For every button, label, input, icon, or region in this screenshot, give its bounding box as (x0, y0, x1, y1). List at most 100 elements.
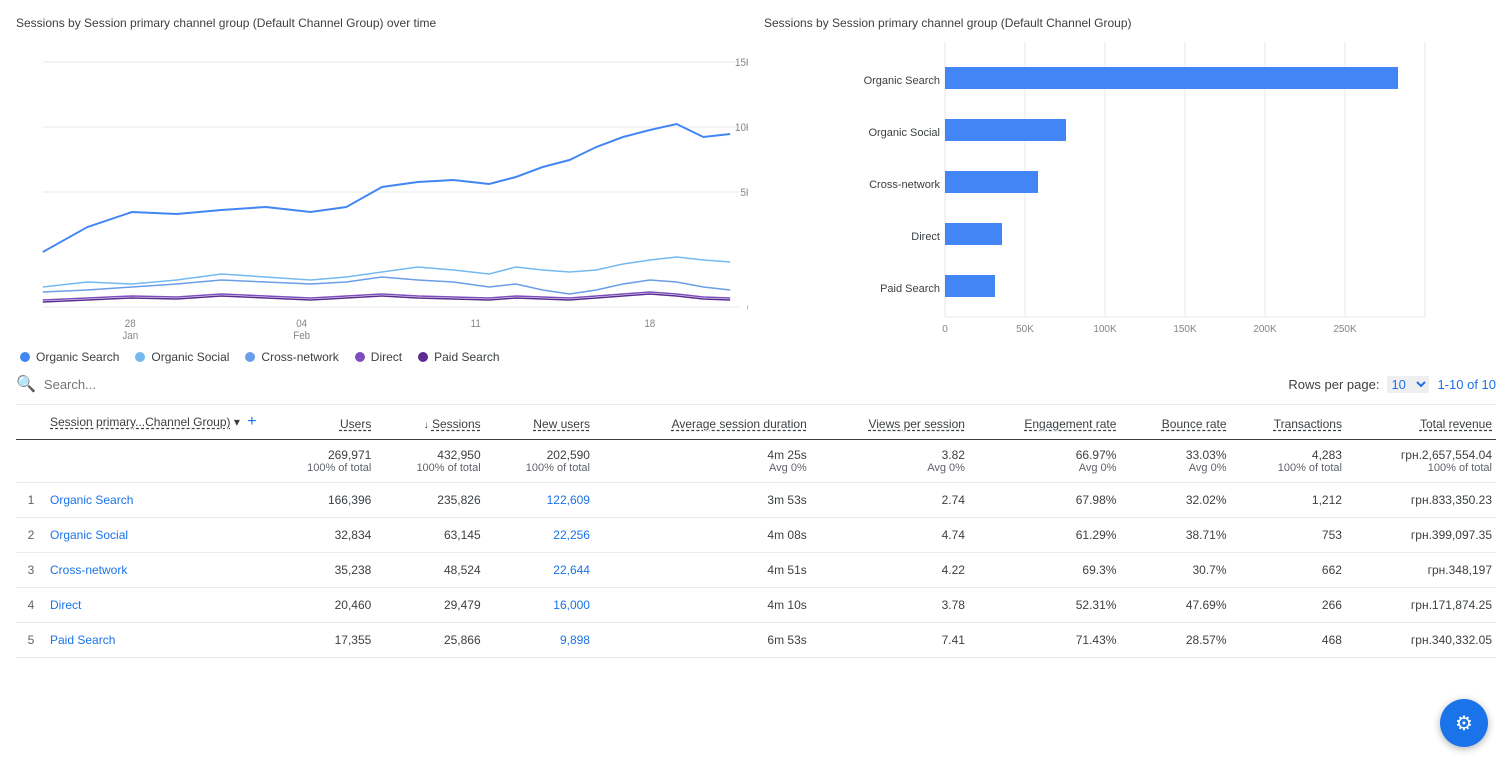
row-rank: 1 (16, 483, 46, 518)
transactions-col-header[interactable]: Transactions (1231, 405, 1346, 440)
legend-label-organic-search: Organic Search (36, 350, 119, 364)
legend-cross-network: Cross-network (245, 350, 338, 364)
legend-label-cross-network: Cross-network (261, 350, 338, 364)
rows-per-page-select[interactable]: 10 25 50 100 (1387, 376, 1429, 393)
svg-text:18: 18 (644, 319, 655, 331)
table-row: 5 Paid Search 17,355 25,866 9,898 6m 53s… (16, 623, 1496, 658)
totals-new-users: 202,590 100% of total (485, 440, 594, 483)
row-avg-session: 3m 53s (594, 483, 811, 518)
row-bounce: 30.7% (1120, 553, 1230, 588)
total-revenue-col-header[interactable]: Total revenue (1346, 405, 1496, 440)
row-engagement: 61.29% (969, 518, 1120, 553)
row-sessions: 48,524 (375, 553, 484, 588)
row-engagement: 52.31% (969, 588, 1120, 623)
row-sessions: 63,145 (375, 518, 484, 553)
line-chart-area: 15K 10K 5K 0 28 Jan 04 Feb 11 (16, 42, 748, 342)
table-section: 🔍 Rows per page: 10 25 50 100 1-10 of 10… (0, 364, 1512, 674)
svg-text:150K: 150K (1173, 324, 1197, 335)
row-views: 4.74 (811, 518, 969, 553)
svg-text:15K: 15K (735, 58, 748, 70)
svg-text:Feb: Feb (293, 331, 310, 342)
row-avg-session: 4m 10s (594, 588, 811, 623)
row-views: 2.74 (811, 483, 969, 518)
bar-chart-container: Sessions by Session primary channel grou… (764, 16, 1496, 364)
data-table: Session primary...Channel Group) ▾ + Use… (16, 405, 1496, 658)
channel-col-header[interactable]: Session primary...Channel Group) ▾ + (46, 405, 266, 440)
chart-legend: Organic Search Organic Social Cross-netw… (16, 350, 748, 364)
row-avg-session: 4m 51s (594, 553, 811, 588)
line-chart-svg: 15K 10K 5K 0 28 Jan 04 Feb 11 (16, 42, 748, 342)
search-bar: 🔍 Rows per page: 10 25 50 100 1-10 of 10 (16, 364, 1496, 405)
row-revenue: грн.171,874.25 (1346, 588, 1496, 623)
legend-organic-search: Organic Search (20, 350, 119, 364)
legend-dot-organic-social (135, 352, 145, 362)
channel-col-dropdown[interactable]: ▾ (234, 415, 240, 429)
sessions-col-header[interactable]: ↓ Sessions (375, 405, 484, 440)
totals-users: 269,971 100% of total (266, 440, 375, 483)
svg-text:28: 28 (125, 319, 136, 331)
svg-text:Organic Search: Organic Search (864, 75, 940, 87)
row-revenue: грн.348,197 (1346, 553, 1496, 588)
bounce-rate-col-header[interactable]: Bounce rate (1120, 405, 1230, 440)
row-views: 7.41 (811, 623, 969, 658)
svg-text:0: 0 (747, 303, 748, 315)
row-new-users: 22,256 (485, 518, 594, 553)
svg-text:04: 04 (296, 319, 307, 331)
row-sessions: 235,826 (375, 483, 484, 518)
svg-text:10K: 10K (735, 123, 748, 135)
search-input[interactable] (44, 377, 1280, 392)
add-column-button[interactable]: + (247, 413, 256, 430)
svg-text:250K: 250K (1333, 324, 1357, 335)
rank-col-header (16, 405, 46, 440)
totals-sessions: 432,950 100% of total (375, 440, 484, 483)
svg-text:Jan: Jan (122, 331, 138, 342)
row-bounce: 32.02% (1120, 483, 1230, 518)
row-channel[interactable]: Organic Social (46, 518, 266, 553)
legend-dot-cross-network (245, 352, 255, 362)
svg-text:0: 0 (942, 324, 948, 335)
avg-session-col-header[interactable]: Average session duration (594, 405, 811, 440)
row-new-users: 122,609 (485, 483, 594, 518)
row-new-users: 22,644 (485, 553, 594, 588)
legend-dot-organic-search (20, 352, 30, 362)
engagement-rate-col-header[interactable]: Engagement rate (969, 405, 1120, 440)
totals-rank (16, 440, 46, 483)
row-users: 20,460 (266, 588, 375, 623)
row-users: 32,834 (266, 518, 375, 553)
table-row: 2 Organic Social 32,834 63,145 22,256 4m… (16, 518, 1496, 553)
row-channel[interactable]: Direct (46, 588, 266, 623)
totals-channel (46, 440, 266, 483)
row-avg-session: 6m 53s (594, 623, 811, 658)
svg-text:50K: 50K (1016, 324, 1034, 335)
totals-avg-session: 4m 25s Avg 0% (594, 440, 811, 483)
views-per-session-col-header[interactable]: Views per session (811, 405, 969, 440)
settings-fab[interactable]: ⚙ (1440, 699, 1488, 747)
row-avg-session: 4m 08s (594, 518, 811, 553)
legend-dot-direct (355, 352, 365, 362)
users-col-header[interactable]: Users (266, 405, 375, 440)
row-channel[interactable]: Organic Search (46, 483, 266, 518)
row-channel[interactable]: Cross-network (46, 553, 266, 588)
legend-organic-social: Organic Social (135, 350, 229, 364)
row-channel[interactable]: Paid Search (46, 623, 266, 658)
totals-row: 269,971 100% of total 432,950 100% of to… (16, 440, 1496, 483)
row-transactions: 662 (1231, 553, 1346, 588)
row-sessions: 25,866 (375, 623, 484, 658)
svg-text:Paid Search: Paid Search (880, 283, 940, 295)
bar-chart-title: Sessions by Session primary channel grou… (764, 16, 1496, 30)
legend-paid-search: Paid Search (418, 350, 499, 364)
row-new-users: 16,000 (485, 588, 594, 623)
line-chart-container: Sessions by Session primary channel grou… (16, 16, 748, 364)
row-rank: 5 (16, 623, 46, 658)
line-chart-title: Sessions by Session primary channel grou… (16, 16, 748, 30)
bar-chart-svg: Organic Search Organic Social Cross-netw… (764, 42, 1496, 362)
new-users-col-header[interactable]: New users (485, 405, 594, 440)
row-transactions: 753 (1231, 518, 1346, 553)
legend-label-paid-search: Paid Search (434, 350, 499, 364)
row-transactions: 1,212 (1231, 483, 1346, 518)
row-views: 4.22 (811, 553, 969, 588)
totals-engagement: 66.97% Avg 0% (969, 440, 1120, 483)
svg-text:Organic Social: Organic Social (868, 127, 940, 139)
row-views: 3.78 (811, 588, 969, 623)
row-users: 17,355 (266, 623, 375, 658)
